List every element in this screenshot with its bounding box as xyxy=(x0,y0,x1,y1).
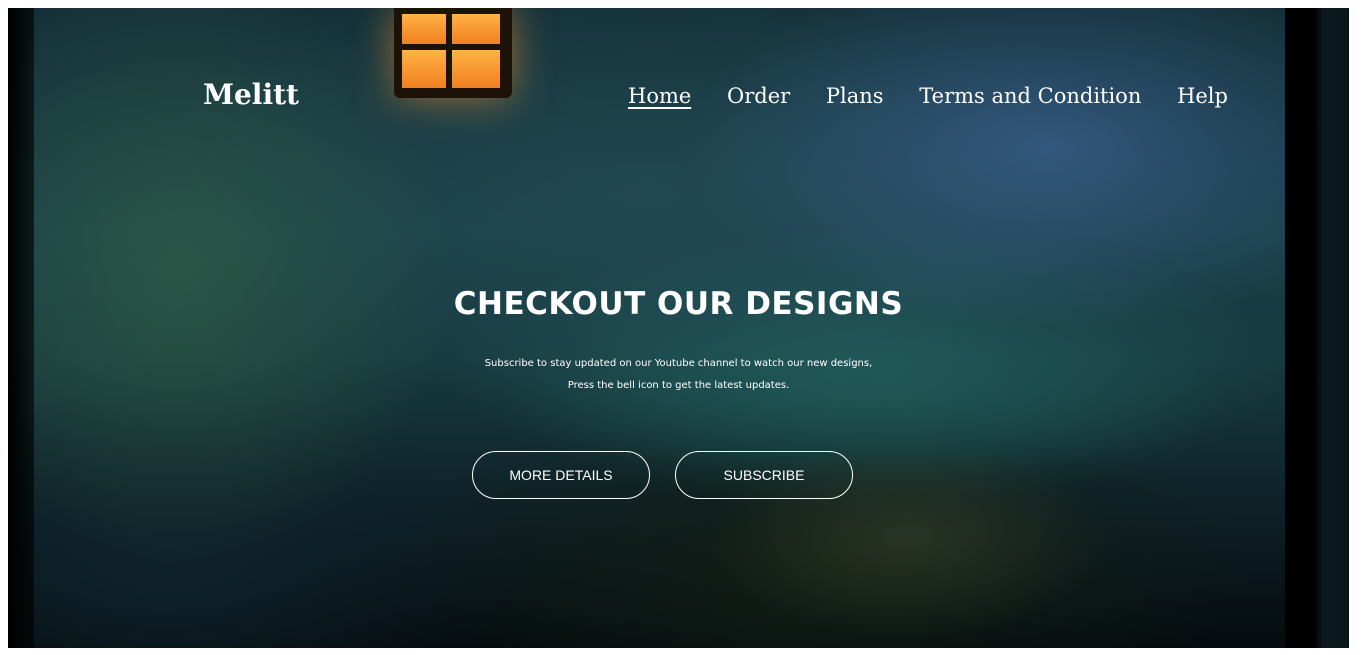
background-foliage xyxy=(608,398,1168,648)
brand-logo[interactable]: Melitt xyxy=(203,78,299,111)
nav-item-order[interactable]: Order xyxy=(727,84,790,108)
main-nav: Home Order Plans Terms and Condition Hel… xyxy=(628,84,1228,108)
lantern-image xyxy=(394,8,512,98)
subscribe-button[interactable]: SUBSCRIBE xyxy=(675,451,853,499)
left-edge-shadow xyxy=(8,8,34,648)
nav-item-home[interactable]: Home xyxy=(628,84,691,108)
right-edge-shadow xyxy=(1285,8,1349,648)
nav-item-plans[interactable]: Plans xyxy=(826,84,884,108)
hero-subtitle-line2: Press the bell icon to get the latest up… xyxy=(567,380,790,391)
hero-subtitle-line1: Subscribe to stay updated on our Youtube… xyxy=(484,358,873,369)
hero-section: Melitt Home Order Plans Terms and Condit… xyxy=(8,8,1349,648)
hero-headline: CHECKOUT OUR DESIGNS xyxy=(453,286,904,322)
nav-item-help[interactable]: Help xyxy=(1177,84,1228,108)
nav-item-terms[interactable]: Terms and Condition xyxy=(919,84,1141,108)
more-details-button[interactable]: MORE DETAILS xyxy=(472,451,650,499)
